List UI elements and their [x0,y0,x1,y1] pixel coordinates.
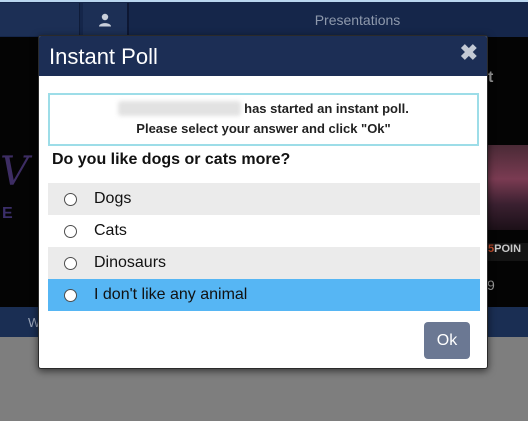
poll-question: Do you like dogs or cats more? [52,151,291,168]
radio-button[interactable] [64,288,77,302]
tab-presentations[interactable]: Presentations [131,3,528,36]
slide-photo [487,145,528,230]
radio-button[interactable] [64,224,77,238]
redacted-presenter-name [118,101,242,116]
option-cats[interactable]: Cats [48,215,480,247]
dialog-title: Instant Poll [49,44,158,69]
option-dinosaurs[interactable]: Dinosaurs [48,247,480,279]
option-dogs[interactable]: Dogs [48,183,480,215]
ok-button[interactable]: Ok [424,322,470,359]
option-no-animal[interactable]: I don't like any animal [48,279,480,311]
option-label: Cats [94,222,127,239]
notice-line-1: has started an instant poll. [50,101,477,116]
slide-number-fragment: 9 [487,277,495,293]
radio-button[interactable] [64,192,77,206]
option-label: Dogs [94,190,132,207]
dialog-header: Instant Poll ✖ [39,36,487,76]
user-icon [99,13,111,26]
user-menu-button[interactable] [83,3,129,36]
notice-line-2: Please select your answer and click "Ok" [136,121,391,136]
nav-left-section[interactable] [0,3,80,36]
instant-poll-dialog: Instant Poll ✖ has started an instant po… [38,35,488,369]
option-label: Dinosaurs [94,254,167,271]
text-fragment: E [2,205,13,222]
option-label: I don't like any animal [94,286,248,303]
logo-fragment: V [0,149,29,195]
top-navigation-bar: Presentations [0,0,528,37]
slide-logo-fragment: 5POIN [487,243,528,261]
poll-notice: has started an instant poll. Please sele… [48,93,479,146]
radio-button[interactable] [64,256,77,270]
poll-options: Dogs Cats Dinosaurs I don't like any ani… [48,183,480,311]
close-icon[interactable]: ✖ [460,40,478,66]
slide-title-fragment: t [488,69,494,86]
